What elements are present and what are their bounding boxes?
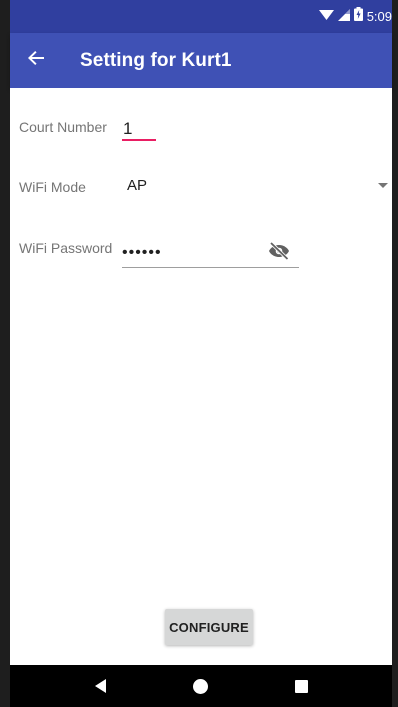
back-triangle-icon — [94, 679, 106, 693]
back-button[interactable] — [10, 33, 62, 88]
wifi-password-underline — [122, 267, 299, 268]
configure-button[interactable]: CONFIGURE — [165, 609, 253, 645]
screen-frame-right — [392, 0, 398, 707]
nav-back-button[interactable] — [80, 668, 120, 704]
page-title: Setting for Kurt1 — [80, 49, 232, 71]
arrow-back-icon — [28, 51, 44, 70]
settings-form: Court Number WiFi Mode AP WiFi Password … — [10, 88, 392, 665]
visibility-off-icon — [268, 241, 290, 265]
home-circle-icon — [193, 678, 209, 694]
wifi-icon — [318, 8, 334, 26]
signal-icon — [337, 8, 350, 26]
screen-frame-left — [0, 0, 10, 707]
wifi-mode-spinner[interactable]: AP — [119, 171, 392, 201]
recents-square-icon — [295, 679, 309, 693]
wifi-password-field[interactable] — [122, 240, 268, 266]
app-bar: Setting for Kurt1 — [10, 33, 392, 88]
nav-home-button[interactable] — [181, 668, 221, 704]
system-nav-bar — [10, 665, 392, 707]
password-visibility-toggle[interactable] — [267, 241, 291, 265]
status-icons — [318, 7, 363, 26]
wifi-password-label: WiFi Password — [19, 240, 113, 256]
status-bar: 5:09 — [10, 0, 392, 33]
battery-charging-icon — [353, 7, 363, 26]
court-number-label: Court Number — [19, 119, 107, 135]
dropdown-arrow-icon — [378, 183, 388, 188]
nav-recents-button[interactable] — [282, 668, 322, 704]
wifi-mode-selected: AP — [127, 177, 148, 194]
court-number-underline — [122, 139, 156, 141]
wifi-mode-label: WiFi Mode — [19, 179, 86, 195]
status-time: 5:09 — [366, 9, 392, 24]
